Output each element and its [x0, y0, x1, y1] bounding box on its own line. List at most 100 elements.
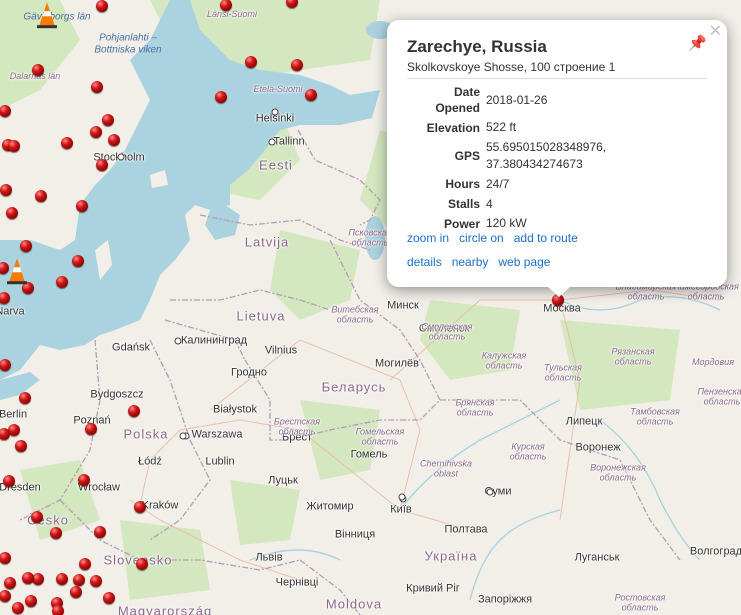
- charger-marker-icon[interactable]: [32, 64, 44, 76]
- detail-value: 55.695015028348976, 37.380434274673: [486, 140, 607, 171]
- charger-marker-icon[interactable]: [50, 527, 62, 539]
- charger-marker-icon[interactable]: [8, 140, 20, 152]
- charger-marker-icon[interactable]: [25, 595, 37, 607]
- popup-details-table: Date Opened 2018-01-26 Elevation 522 ft GPS 5…: [407, 84, 636, 235]
- charger-marker-icon[interactable]: [134, 501, 146, 513]
- add-to-route-link[interactable]: add to route: [514, 231, 578, 245]
- charger-marker-icon[interactable]: [3, 475, 15, 487]
- charger-marker-icon[interactable]: [56, 573, 68, 585]
- charger-marker-icon[interactable]: [35, 190, 47, 202]
- close-icon[interactable]: ✕: [709, 24, 722, 40]
- country-label: Lietuva: [236, 308, 286, 324]
- city-label: Kraków: [141, 499, 179, 512]
- detail-key: GPS: [454, 148, 480, 163]
- detail-value: 2018-01-26: [486, 92, 548, 107]
- city-label: Кривий Ріг: [406, 582, 460, 595]
- charger-marker-icon[interactable]: [90, 126, 102, 138]
- popup-tip: [547, 286, 571, 297]
- charger-marker-icon[interactable]: [19, 392, 31, 404]
- charger-marker-icon[interactable]: [20, 240, 32, 252]
- popup-links-row-2: details nearby web page: [407, 255, 560, 269]
- region-label: Витебская область: [331, 304, 379, 325]
- popup-divider: [407, 78, 707, 79]
- charger-marker-icon[interactable]: [78, 474, 90, 486]
- city-label: Gdańsk: [112, 341, 150, 354]
- detail-key: Stalls: [447, 196, 480, 211]
- detail-row: Date Opened 2018-01-26: [407, 84, 636, 119]
- charger-marker-icon[interactable]: [61, 137, 73, 149]
- city-label: Воронеж: [575, 441, 621, 454]
- details-link[interactable]: details: [407, 255, 442, 269]
- charger-marker-icon[interactable]: [103, 592, 115, 604]
- country-label: Magyarország: [117, 603, 213, 615]
- region-label: Смоленская область: [421, 321, 473, 342]
- charger-marker-icon[interactable]: [4, 577, 16, 589]
- region-label: Länsi-Suomi: [206, 8, 258, 19]
- charger-marker-icon[interactable]: [136, 558, 148, 570]
- city-label: Tallinn: [273, 135, 305, 148]
- charger-marker-icon[interactable]: [291, 59, 303, 71]
- charger-marker-icon[interactable]: [128, 405, 140, 417]
- construction-cone-icon[interactable]: [6, 257, 28, 285]
- city-label: Vilnius: [264, 344, 298, 357]
- city-label: Berlin: [0, 408, 28, 421]
- detail-key: Elevation: [426, 120, 480, 135]
- detail-key: Hours: [445, 177, 480, 192]
- charger-marker-icon[interactable]: [79, 558, 91, 570]
- pin-icon[interactable]: 📌: [688, 34, 707, 52]
- charger-marker-icon[interactable]: [76, 200, 88, 212]
- city-label: Białystok: [212, 403, 258, 416]
- popup-title: Zarechye, Russia: [407, 37, 547, 56]
- charger-marker-icon[interactable]: [15, 440, 27, 452]
- city-dot-icon: [117, 153, 125, 161]
- charger-marker-icon[interactable]: [52, 605, 64, 615]
- charger-marker-icon[interactable]: [215, 91, 227, 103]
- region-label: Pohjanlahti – Bottniska viken: [94, 32, 162, 56]
- city-label: Гродно: [231, 366, 267, 379]
- region-label: Пензенская область: [697, 386, 741, 407]
- city-label: Łódź: [138, 455, 162, 468]
- city-label: Lublin: [205, 455, 235, 468]
- charger-marker-icon[interactable]: [305, 89, 317, 101]
- zoom-in-link[interactable]: zoom in: [407, 231, 449, 245]
- charger-marker-icon[interactable]: [70, 586, 82, 598]
- charger-marker-icon[interactable]: [12, 602, 24, 614]
- charger-marker-icon[interactable]: [94, 526, 106, 538]
- city-dot-icon: [271, 108, 279, 116]
- charger-marker-icon[interactable]: [6, 207, 18, 219]
- charger-marker-icon[interactable]: [85, 423, 97, 435]
- charger-marker-icon[interactable]: [91, 81, 103, 93]
- web-page-link[interactable]: web page: [498, 255, 550, 269]
- charger-marker-icon[interactable]: [0, 184, 12, 196]
- charger-marker-icon[interactable]: [22, 572, 34, 584]
- city-label: Bydgoszcz: [90, 388, 144, 401]
- city-label: Москва: [543, 302, 581, 315]
- detail-value: 4: [486, 196, 493, 211]
- charger-marker-icon[interactable]: [102, 114, 114, 126]
- region-label: Гомельская область: [355, 426, 405, 447]
- region-label: Рязанская область: [611, 346, 655, 367]
- city-label: Житомир: [306, 500, 354, 513]
- construction-cone-icon[interactable]: [36, 1, 58, 29]
- charger-marker-icon[interactable]: [73, 574, 85, 586]
- region-label: Мордовия: [692, 356, 734, 367]
- charger-marker-icon[interactable]: [96, 159, 108, 171]
- charger-marker-icon[interactable]: [90, 575, 102, 587]
- city-dot-icon: [268, 138, 276, 146]
- country-label: Eesti: [259, 157, 293, 173]
- detail-value: 522 ft: [486, 120, 517, 135]
- popup-address: Skolkovskoye Shosse, 100 строение 1: [407, 60, 616, 74]
- nearby-link[interactable]: nearby: [452, 255, 489, 269]
- charger-marker-icon[interactable]: [96, 0, 108, 12]
- detail-row: Elevation 522 ft: [407, 119, 636, 139]
- city-label: Полтава: [444, 523, 488, 536]
- circle-on-link[interactable]: circle on: [459, 231, 504, 245]
- charger-marker-icon[interactable]: [56, 276, 68, 288]
- city-label: Запоріжжя: [477, 593, 533, 606]
- region-label: Etelä-Suomi: [253, 83, 303, 94]
- charger-marker-icon[interactable]: [108, 134, 120, 146]
- city-dot-icon: [179, 432, 187, 440]
- charger-marker-icon[interactable]: [72, 255, 84, 267]
- charger-marker-icon[interactable]: [31, 511, 43, 523]
- charger-marker-icon[interactable]: [245, 56, 257, 68]
